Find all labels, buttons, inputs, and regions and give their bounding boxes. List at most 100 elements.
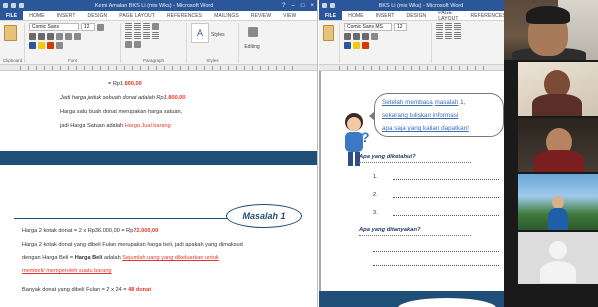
- tab-view[interactable]: VIEW: [277, 11, 302, 20]
- editing-label[interactable]: Editing: [243, 44, 261, 50]
- right-tab-design[interactable]: DESIGN: [401, 11, 433, 20]
- grow-font-icon[interactable]: [97, 23, 104, 31]
- italic-icon[interactable]: [38, 33, 45, 40]
- main-speaker-video[interactable]: [504, 0, 598, 60]
- participant-4-video[interactable]: [518, 174, 598, 230]
- indent-icon[interactable]: [152, 23, 159, 30]
- window-controls: ? – □ ×: [282, 3, 314, 9]
- asked-answer-line-2[interactable]: [373, 265, 499, 266]
- multilevel-list-icon[interactable]: [143, 23, 150, 30]
- known-item-1-line[interactable]: [393, 179, 499, 180]
- doc-line-harga-beli-1: Harga 2 kotak donat yang dibeli Fulan me…: [22, 242, 243, 248]
- help-icon[interactable]: ?: [282, 3, 285, 9]
- right-ribbon-tabs: FILE HOME INSERT DESIGN PAGE LAYOUT REFE…: [319, 10, 504, 22]
- speech-line-1: Setelah membaca masalah 1,: [382, 99, 466, 106]
- speech-line-3: apa saja yang kalian dapatkan!: [382, 125, 469, 132]
- right-tab-file[interactable]: FILE: [319, 11, 343, 20]
- right-paste-icon[interactable]: [323, 25, 334, 41]
- quick-access-toolbar[interactable]: [3, 3, 24, 8]
- bold-icon[interactable]: [29, 33, 36, 40]
- minimize-button[interactable]: –: [292, 3, 295, 9]
- right-clipboard-group: [322, 23, 340, 63]
- change-case-icon[interactable]: [56, 42, 63, 49]
- bullets-icon[interactable]: [125, 23, 132, 30]
- tab-page-layout[interactable]: PAGE LAYOUT: [113, 11, 161, 20]
- right-italic-icon[interactable]: [353, 33, 360, 40]
- main-speaker-hair: [526, 6, 570, 24]
- known-item-2-line[interactable]: [393, 197, 499, 198]
- right-tab-references[interactable]: REFERENCES: [465, 11, 504, 20]
- right-numbering-icon[interactable]: [445, 23, 452, 30]
- undo-icon[interactable]: [11, 3, 16, 8]
- tab-file[interactable]: FILE: [0, 11, 24, 20]
- right-tab-home[interactable]: HOME: [342, 11, 369, 20]
- right-font-color-icon[interactable]: [362, 42, 369, 49]
- right-bullets-icon[interactable]: [436, 23, 443, 30]
- paste-icon[interactable]: [4, 25, 17, 41]
- tile-gap-2: [504, 62, 518, 116]
- styles-gallery-icon[interactable]: A: [191, 23, 209, 43]
- right-highlight-icon[interactable]: [353, 42, 360, 49]
- document-page[interactable]: = Rp1.800,00 Jadi harga jeduk sebuah don…: [0, 71, 317, 307]
- known-item-2-number: 2.: [373, 192, 378, 198]
- right-window-title: BKS Li (mis Wks) - Microsoft Word: [378, 2, 464, 9]
- tab-mailings[interactable]: MAILINGS: [208, 11, 245, 20]
- participant-5-video-off[interactable]: [518, 232, 598, 284]
- right-underline-icon[interactable]: [362, 33, 369, 40]
- shading-icon[interactable]: [125, 41, 132, 48]
- tab-review[interactable]: REVIEW: [245, 11, 277, 20]
- styles-group-label: Styles: [206, 58, 219, 63]
- title-bar: Kemi Amalan BKS Li (mis Wks) - Microsoft…: [0, 0, 317, 11]
- right-document-page[interactable]: ? Setelah membaca masalah 1, sekarang tu…: [319, 71, 504, 307]
- close-button[interactable]: ×: [310, 3, 314, 9]
- subscript-icon[interactable]: [65, 33, 72, 40]
- right-text-effects-icon[interactable]: [344, 42, 351, 49]
- find-icon[interactable]: [248, 27, 258, 37]
- superscript-icon[interactable]: [74, 33, 81, 40]
- underline-icon[interactable]: [47, 33, 54, 40]
- save-icon[interactable]: [3, 3, 8, 8]
- tab-design[interactable]: DESIGN: [82, 11, 114, 20]
- strikethrough-icon[interactable]: [56, 33, 63, 40]
- right-align-left-icon[interactable]: [436, 32, 443, 39]
- align-left-icon[interactable]: [125, 32, 132, 39]
- right-multilevel-icon[interactable]: [454, 23, 461, 30]
- doc-line-jadi: Jadi harga jeduk sebuah donat adalah Rp1…: [60, 95, 186, 101]
- known-item-3-line[interactable]: [393, 215, 499, 216]
- doc-line-harga-2-kotak: Harga 2 kotak donat = 2 x Rp36.000,00 = …: [22, 228, 159, 234]
- redo-icon[interactable]: [19, 3, 24, 8]
- font-size-box[interactable]: 12: [81, 23, 95, 31]
- font-name-box[interactable]: Comic Sans: [29, 23, 79, 31]
- right-font-size-box[interactable]: 12: [394, 23, 407, 31]
- right-quick-access-toolbar[interactable]: [322, 3, 335, 8]
- highlight-icon[interactable]: [38, 42, 45, 49]
- right-undo-icon[interactable]: [330, 3, 335, 8]
- page-edge: [319, 71, 321, 307]
- numbering-icon[interactable]: [134, 23, 141, 30]
- right-word-window: BKS Li (mis Wks) - Microsoft Word FILE H…: [319, 0, 504, 307]
- right-justify-icon[interactable]: [454, 32, 461, 39]
- participant-3-video[interactable]: [518, 118, 598, 172]
- right-tab-insert[interactable]: INSERT: [370, 11, 401, 20]
- right-bold-icon[interactable]: [344, 33, 351, 40]
- borders-icon[interactable]: [134, 41, 141, 48]
- tile-gap-3: [504, 118, 518, 172]
- masalah-badge: Masalah 1: [226, 204, 302, 228]
- tab-references[interactable]: REFERENCES: [161, 11, 208, 20]
- text-effects-icon[interactable]: [29, 42, 36, 49]
- right-align-center-icon[interactable]: [445, 32, 452, 39]
- tab-insert[interactable]: INSERT: [51, 11, 82, 20]
- justify-icon[interactable]: [152, 32, 159, 39]
- font-color-icon[interactable]: [47, 42, 54, 49]
- right-save-icon[interactable]: [322, 3, 327, 8]
- align-center-icon[interactable]: [134, 32, 141, 39]
- asked-answer-line-1[interactable]: [373, 251, 499, 252]
- right-strikethrough-icon[interactable]: [371, 33, 378, 40]
- align-right-icon[interactable]: [143, 32, 150, 39]
- tab-home[interactable]: HOME: [23, 11, 50, 20]
- maximize-button[interactable]: □: [301, 3, 305, 9]
- participant-2-video[interactable]: [518, 62, 598, 116]
- right-tab-page-layout[interactable]: PAGE LAYOUT: [432, 10, 464, 22]
- right-font-name-box[interactable]: Comic Sans MS: [344, 23, 392, 31]
- participant-2-body: [532, 94, 582, 116]
